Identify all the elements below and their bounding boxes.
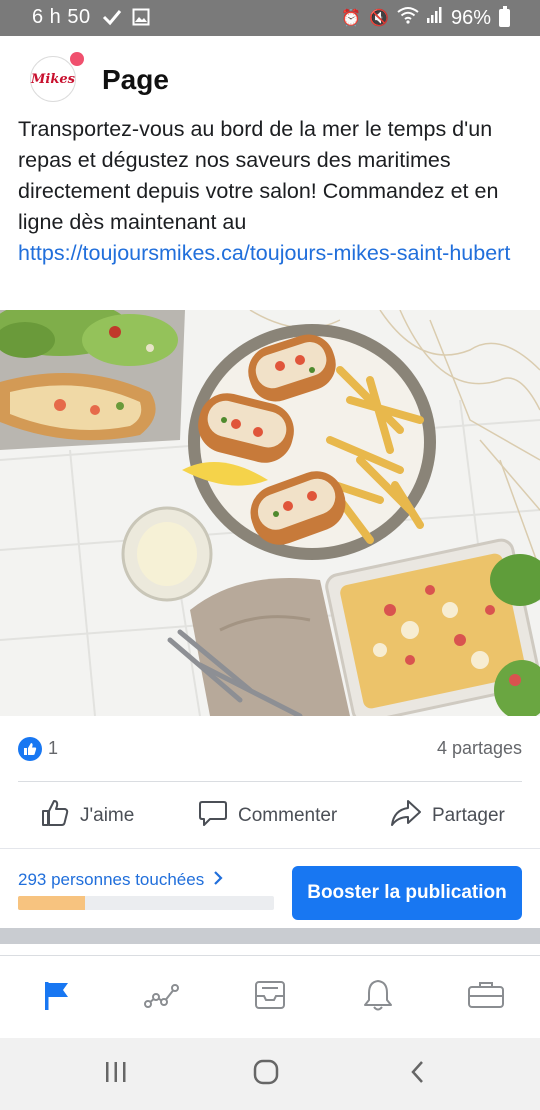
signal-icon (426, 6, 443, 30)
bell-icon (362, 978, 394, 1017)
divider (0, 848, 540, 849)
post-actions: J'aime Commenter Partager (0, 790, 540, 846)
thumbs-up-icon (40, 798, 70, 834)
nav-inbox-tab[interactable] (246, 976, 294, 1018)
comment-button[interactable]: Commenter (198, 798, 337, 834)
recent-apps-button[interactable] (96, 1058, 136, 1090)
notification-dot (70, 52, 84, 66)
reach-label: 293 personnes touchées (18, 870, 205, 889)
post-link[interactable]: https://toujoursmikes.ca/toujours-mikes-… (18, 238, 528, 269)
nav-notifications-tab[interactable] (354, 976, 402, 1018)
back-icon (408, 1059, 428, 1090)
share-count[interactable]: 4 partages (437, 738, 522, 759)
inbox-icon (253, 978, 287, 1017)
reach-progress-bar (18, 896, 274, 910)
nav-tools-tab[interactable] (462, 976, 510, 1018)
page-avatar[interactable]: Mikes (30, 52, 84, 104)
bottom-nav (0, 956, 540, 1038)
share-icon (390, 798, 422, 834)
status-bar: 6 h 50 ⏰ 🔇 96% (0, 0, 540, 36)
share-label: Partager (432, 805, 505, 826)
reactions-row: 1 4 partages (0, 728, 540, 768)
battery-level: 96% (450, 6, 491, 29)
nav-page-tab[interactable] (31, 976, 79, 1018)
flag-icon (37, 978, 73, 1017)
reach-link[interactable]: 293 personnes touchées (18, 870, 223, 890)
battery-icon (499, 6, 510, 27)
home-button[interactable] (246, 1058, 286, 1090)
like-reaction-icon[interactable] (18, 737, 42, 761)
reach-progress-fill (18, 896, 85, 910)
app-header: Mikes Page (0, 36, 540, 120)
divider (18, 781, 522, 782)
insights-icon (143, 980, 181, 1015)
logo-text: Mikes (31, 71, 75, 87)
comment-icon (198, 798, 228, 834)
comment-label: Commenter (238, 805, 338, 826)
like-button[interactable]: J'aime (40, 798, 134, 834)
back-button[interactable] (398, 1058, 438, 1090)
section-separator (0, 928, 540, 944)
post-text: Transportez-vous au bord de la mer le te… (18, 114, 528, 269)
chevron-right-icon (213, 870, 223, 889)
status-time: 6 h 50 (32, 6, 91, 28)
post-photo[interactable] (0, 310, 540, 716)
alarm-icon: ⏰ (341, 10, 362, 27)
recent-apps-icon (103, 1060, 129, 1089)
logo: Mikes (30, 56, 76, 102)
page-title: Page (102, 64, 169, 95)
check-icon (102, 8, 122, 31)
post-body: Transportez-vous au bord de la mer le te… (18, 117, 499, 234)
like-label: J'aime (80, 805, 135, 826)
wifi-icon (397, 6, 419, 30)
reaction-count[interactable]: 1 (48, 738, 58, 759)
mute-icon: 🔇 (369, 10, 389, 27)
share-button[interactable]: Partager (390, 798, 505, 834)
boost-post-button[interactable]: Booster la publication (292, 866, 522, 920)
briefcase-icon (467, 980, 505, 1015)
home-icon (252, 1058, 280, 1091)
image-icon (132, 8, 150, 31)
system-nav-bar (0, 1038, 540, 1110)
nav-insights-tab[interactable] (138, 976, 186, 1018)
